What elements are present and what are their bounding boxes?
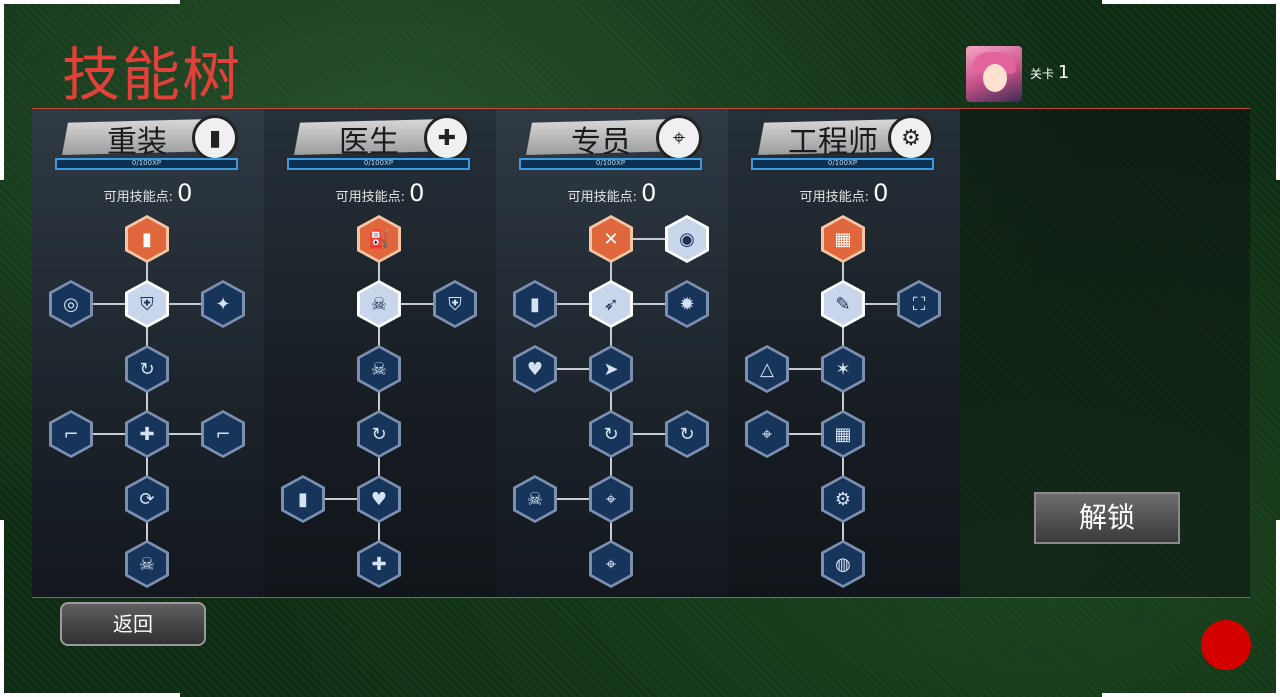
back-button[interactable]: 返回 — [60, 602, 206, 646]
xp-text: 0/100XP — [595, 159, 626, 167]
frame-corner — [0, 0, 4, 180]
skill-node-eng-building[interactable]: ▦ — [821, 215, 865, 263]
frame-corner — [1102, 0, 1280, 4]
xp-bar: 0/100XP — [751, 158, 934, 170]
xp-text: 0/100XP — [827, 159, 858, 167]
level-value: 1 — [1057, 62, 1070, 83]
skill-points-label: 可用技能点: — [103, 190, 173, 205]
skill-points: 可用技能点: 0 — [32, 179, 264, 207]
skill-node-heavy-wrench-gun[interactable]: ✦ — [201, 280, 245, 328]
skill-points: 可用技能点: 0 — [496, 179, 728, 207]
xp-bar: 0/100XP — [55, 158, 238, 170]
skill-points-label: 可用技能点: — [567, 190, 637, 205]
skill-node-agent-ammo-plus[interactable]: ▮ — [513, 280, 557, 328]
skill-node-agent-skull-target[interactable]: ⌖ — [589, 475, 633, 523]
page-title: 技能树 — [62, 41, 243, 109]
skill-node-eng-turret-spark[interactable]: ✶ — [821, 345, 865, 393]
skill-node-agent-reload-bolt[interactable]: ↻ — [589, 410, 633, 458]
skill-points-value: 0 — [873, 179, 889, 207]
gear-wrench-icon: ⚙ — [888, 115, 934, 161]
frame-corner — [0, 0, 180, 4]
skill-points-label: 可用技能点: — [335, 190, 405, 205]
skill-points: 可用技能点: 0 — [264, 179, 496, 207]
skill-node-heavy-reload[interactable]: ↻ — [125, 345, 169, 393]
ammo-icon: ▮ — [192, 115, 238, 161]
skill-node-agent-reload[interactable]: ↻ — [665, 410, 709, 458]
skill-node-agent-crossed-guns[interactable]: ✕ — [589, 215, 633, 263]
xp-text: 0/100XP — [363, 159, 394, 167]
skill-node-agent-skull-target-2[interactable]: ⌖ — [589, 540, 633, 588]
skill-node-eng-tent[interactable]: △ — [745, 345, 789, 393]
skill-node-medic-reload[interactable]: ↻ — [357, 410, 401, 458]
skill-column: 重装 ▮ 0/100XP 可用技能点: 0 ▮ ◎ ⛨ ✦ ↻ ⌐ ✚ ⌐ ⟳ … — [32, 109, 264, 597]
record-button[interactable] — [1201, 620, 1251, 670]
skill-column: 医生 ✚ 0/100XP 可用技能点: 0 ⛽ ☠ ⛨ ☠ ↻ ▮ ♥ ✚ — [264, 109, 496, 597]
skill-node-medic-pump[interactable]: ⛽ — [357, 215, 401, 263]
skill-node-heavy-skull[interactable]: ☠ — [125, 540, 169, 588]
skill-points-label: 可用技能点: — [799, 190, 869, 205]
skill-node-heavy-grenades[interactable]: ◎ — [49, 280, 93, 328]
skill-points: 可用技能点: 0 — [728, 179, 960, 207]
skill-node-agent-heart-plus[interactable]: ♥ — [513, 345, 557, 393]
skill-column: 专员 ⌖ 0/100XP 可用技能点: 0 ✕ ◉ ▮ ➶ ✹ ♥ ➤ ↻ ↻ … — [496, 109, 728, 597]
skill-points-value: 0 — [409, 179, 425, 207]
skill-node-medic-shield[interactable]: ⛨ — [433, 280, 477, 328]
frame-corner — [1276, 0, 1280, 180]
skill-node-medic-ammo[interactable]: ▮ — [281, 475, 325, 523]
level-label: 关卡 — [1030, 67, 1055, 81]
level-indicator: 关卡 1 — [1030, 62, 1069, 83]
skill-points-value: 0 — [177, 179, 193, 207]
skill-node-eng-tank[interactable]: ◍ — [821, 540, 865, 588]
skill-node-medic-heart[interactable]: ♥ — [357, 475, 401, 523]
skill-points-value: 0 — [641, 179, 657, 207]
skill-node-agent-skull-hand[interactable]: ☠ — [513, 475, 557, 523]
frame-corner — [1102, 693, 1280, 697]
skill-column: 工程师 ⚙ 0/100XP 可用技能点: 0 ▦ ✎ ⛶ △ ✶ ⌖ ▦ ⚙ ◍ — [728, 109, 960, 597]
skill-node-medic-skull-heart[interactable]: ☠ — [357, 345, 401, 393]
frame-corner — [1276, 520, 1280, 697]
skill-node-heavy-ammo-plus[interactable]: ▮ — [125, 215, 169, 263]
column-title: 重装 — [107, 125, 167, 160]
avatar-face — [983, 64, 1007, 92]
xp-text: 0/100XP — [131, 159, 162, 167]
skill-node-agent-grenade[interactable]: ◉ — [665, 215, 709, 263]
skill-node-agent-runner[interactable]: ➤ — [589, 345, 633, 393]
unlock-button[interactable]: 解锁 — [1034, 492, 1180, 544]
skill-node-heavy-ammo-cycle[interactable]: ⟳ — [125, 475, 169, 523]
medical-cross-icon: ✚ — [424, 115, 470, 161]
column-title: 医生 — [339, 125, 399, 160]
column-title: 专员 — [571, 125, 631, 160]
skill-node-heavy-gun-plus[interactable]: ✚ — [125, 410, 169, 458]
frame-corner — [0, 520, 4, 697]
column-title: 工程师 — [788, 125, 878, 160]
xp-bar: 0/100XP — [287, 158, 470, 170]
skill-node-medic-skull-cross[interactable]: ☠ — [357, 280, 401, 328]
avatar[interactable] — [966, 46, 1022, 102]
skill-node-eng-wrench[interactable]: ✎ — [821, 280, 865, 328]
skill-node-eng-telescope[interactable]: ⌖ — [745, 410, 789, 458]
skill-node-eng-turret[interactable]: ⛶ — [897, 280, 941, 328]
skill-node-agent-rocket[interactable]: ➶ — [589, 280, 633, 328]
xp-bar: 0/100XP — [519, 158, 702, 170]
skill-node-heavy-rifle[interactable]: ⌐ — [49, 410, 93, 458]
frame-corner — [0, 693, 180, 697]
skill-node-eng-building-gear[interactable]: ⚙ — [821, 475, 865, 523]
skill-node-heavy-pistol[interactable]: ⌐ — [201, 410, 245, 458]
skill-node-agent-explosion[interactable]: ✹ — [665, 280, 709, 328]
crosshair-icon: ⌖ — [656, 115, 702, 161]
skill-node-medic-shield-cross[interactable]: ✚ — [357, 540, 401, 588]
skill-node-eng-building-up[interactable]: ▦ — [821, 410, 865, 458]
skill-node-heavy-shield[interactable]: ⛨ — [125, 280, 169, 328]
